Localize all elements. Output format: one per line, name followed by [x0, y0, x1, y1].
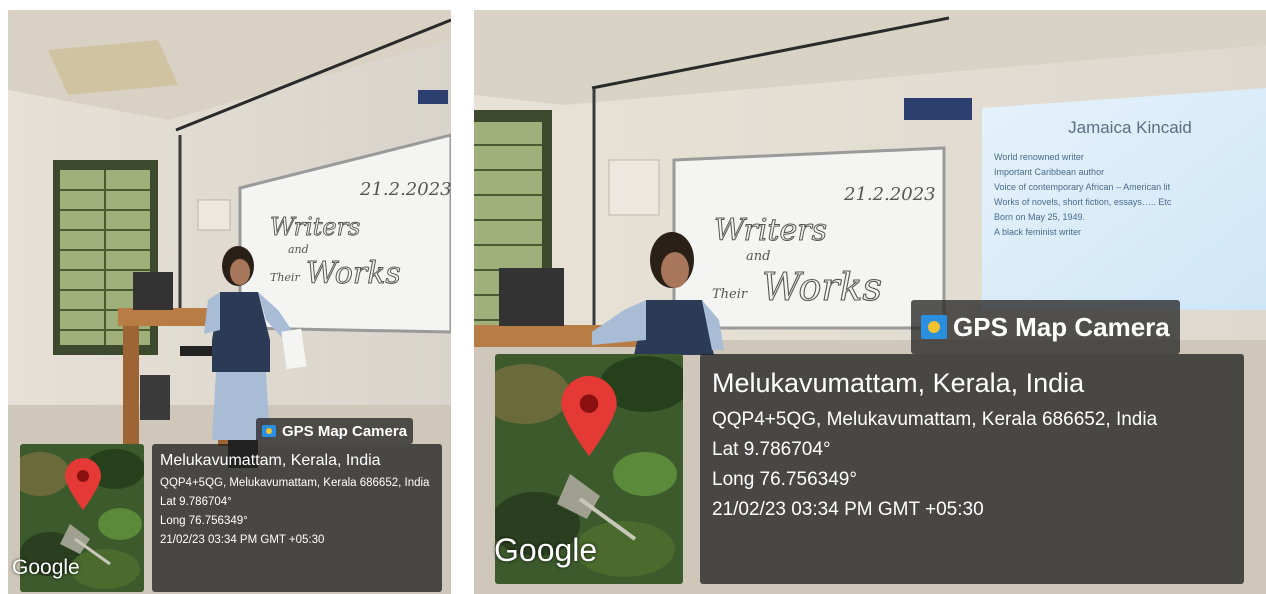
longitude: Long 76.756349° [160, 515, 248, 527]
google-logo: Google [12, 556, 80, 579]
camera-pin-icon [262, 425, 276, 437]
address: QQP4+5QG, Melukavumattam, Kerala 686652,… [712, 409, 1158, 430]
whiteboard: 21.2.2023 Writers and Their Works [712, 184, 936, 310]
slide-bullet: A black feminist writer [994, 227, 1082, 237]
location-title: Melukavumattam, Kerala, India [160, 452, 381, 469]
projected-slide: Jamaica Kincaid World renowned writer Im… [994, 110, 1266, 240]
camera-pin-icon [921, 315, 947, 339]
location-info-box: Melukavumattam, Kerala, India QQP4+5QG, … [152, 444, 442, 592]
classroom-photo-right: 21.2.2023 Writers and Their Works Jamaic… [474, 10, 1266, 594]
whiteboard-line2: and [746, 249, 770, 264]
google-logo: Google [494, 532, 598, 568]
whiteboard-line1: Writers [714, 213, 827, 248]
location-pin-icon [65, 458, 101, 510]
slide-bullet: Born on May 25, 1949. [994, 212, 1086, 222]
slide-bullet: Voice of contemporary African – American… [994, 182, 1171, 192]
gps-app-title-text: GPS Map Camera [282, 422, 408, 440]
address: QQP4+5QG, Melukavumattam, Kerala 686652,… [160, 477, 430, 489]
whiteboard-line3: Their [712, 287, 748, 302]
whiteboard-date: 21.2.2023 [843, 184, 936, 205]
location-info-box: Melukavumattam, Kerala, India QQP4+5QG, … [700, 354, 1244, 584]
latitude: Lat 9.786704° [712, 439, 831, 460]
whiteboard-line2: and [288, 243, 309, 256]
whiteboard-date: 21.2.2023 [359, 179, 451, 200]
longitude: Long 76.756349° [712, 469, 857, 490]
timestamp: 21/02/23 03:34 PM GMT +05:30 [160, 534, 325, 546]
whiteboard-line3: Their [270, 271, 300, 284]
slide-bullet: World renowned writer [994, 152, 1084, 162]
gps-app-title: GPS Map Camera [256, 418, 414, 444]
gps-app-title-text: GPS Map Camera [953, 311, 1170, 342]
slide-title: Jamaica Kincaid [1068, 118, 1192, 137]
classroom-photo-left: 21.2.2023 Writers and Their Works GPS Ma… [8, 10, 451, 594]
location-pin-icon [561, 376, 617, 456]
whiteboard-line1: Writers [270, 213, 360, 241]
whiteboard-line4: Works [306, 256, 401, 291]
slide-bullet: Works of novels, short fiction, essays….… [994, 197, 1172, 207]
whiteboard-line4: Works [762, 265, 882, 309]
gps-app-title: GPS Map Camera [911, 300, 1180, 354]
slide-bullet: Important Caribbean author [994, 167, 1105, 177]
whiteboard: 21.2.2023 Writers and Their Works [270, 179, 451, 292]
timestamp: 21/02/23 03:34 PM GMT +05:30 [712, 499, 984, 520]
latitude: Lat 9.786704° [160, 496, 232, 508]
location-title: Melukavumattam, Kerala, India [712, 368, 1085, 398]
